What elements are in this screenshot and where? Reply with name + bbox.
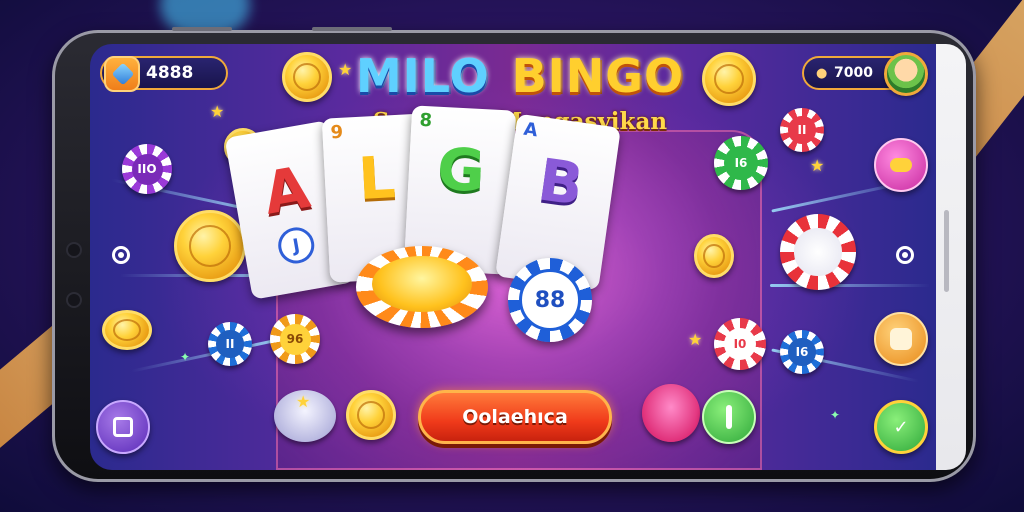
chip-pink bbox=[642, 384, 700, 442]
chip-yellow: 96 bbox=[270, 314, 320, 364]
chip-label: 96 bbox=[279, 323, 311, 355]
big-orange-chip bbox=[356, 246, 488, 328]
chip-blue-right: I6 bbox=[780, 330, 824, 374]
chip-label: I6 bbox=[788, 338, 816, 366]
chip-red: II bbox=[780, 108, 824, 152]
title-bingo: BINGO bbox=[511, 49, 685, 103]
players-value: 7000 bbox=[834, 65, 873, 81]
big-coin-icon bbox=[174, 210, 246, 282]
chip-label: II bbox=[788, 116, 816, 144]
star-icon: ★ bbox=[688, 330, 703, 349]
ring-icon[interactable] bbox=[112, 246, 130, 264]
chip-purple: IIO bbox=[122, 144, 172, 194]
card-letter: G bbox=[435, 134, 487, 206]
play-button[interactable]: Oolaehıca bbox=[418, 390, 612, 444]
star-icon: ★ bbox=[338, 60, 353, 79]
chip-label: I0 bbox=[723, 327, 757, 361]
sparkle-icon: ✦ bbox=[830, 408, 841, 422]
gems-counter[interactable]: 4888 bbox=[100, 56, 228, 92]
chip-label: I6 bbox=[724, 146, 758, 180]
chip-red-small: I0 bbox=[714, 318, 766, 370]
light-ray bbox=[131, 338, 279, 373]
phone-side-button bbox=[172, 27, 232, 31]
chip-mark bbox=[726, 405, 732, 429]
card-sub-circle: J bbox=[275, 224, 318, 267]
card-corner: 9 bbox=[329, 121, 344, 144]
chat-icon bbox=[113, 417, 133, 437]
gems-value: 4888 bbox=[146, 63, 194, 83]
coin-icon bbox=[694, 234, 734, 278]
share-icon bbox=[890, 158, 912, 172]
chat-button[interactable] bbox=[96, 400, 150, 454]
coin-icon bbox=[102, 310, 152, 350]
settings-icon: ✓ bbox=[893, 416, 909, 438]
gift-icon bbox=[890, 328, 912, 350]
coin-icon bbox=[702, 52, 756, 106]
chip-red-large bbox=[780, 214, 856, 290]
green-chip-button bbox=[702, 390, 756, 444]
card-corner: 8 bbox=[419, 109, 433, 132]
star-icon: ★ bbox=[296, 392, 311, 411]
settings-button[interactable]: ✓ bbox=[874, 400, 928, 454]
chip-label: IIO bbox=[131, 153, 163, 185]
star-icon: ★ bbox=[210, 102, 225, 121]
title-milo: MILO bbox=[355, 49, 490, 103]
person-icon: ● bbox=[816, 66, 828, 81]
phone-right-bezel bbox=[936, 44, 966, 470]
game-screen: 4888 ● 7000 MILOBINGO Seru dan Mengasyik… bbox=[90, 44, 936, 470]
chip-label: II bbox=[216, 330, 244, 358]
big-blue-chip-label: 88 bbox=[519, 269, 581, 331]
front-sensor-icon bbox=[68, 294, 80, 306]
ring-icon[interactable] bbox=[896, 246, 914, 264]
gift-button[interactable] bbox=[874, 312, 928, 366]
avatar[interactable] bbox=[884, 52, 928, 96]
page-title: MILO BINGO bbox=[300, 48, 740, 104]
big-blue-chip: 88 bbox=[508, 258, 592, 342]
card-corner: A bbox=[522, 118, 540, 142]
play-button-label: Oolaehıca bbox=[462, 406, 568, 428]
card-letter: B bbox=[534, 145, 588, 219]
share-button[interactable] bbox=[874, 138, 928, 192]
phone-side-button bbox=[312, 27, 392, 31]
coin-icon bbox=[346, 390, 396, 440]
chip-blue: II bbox=[208, 322, 252, 366]
chip-green: I6 bbox=[714, 136, 768, 190]
star-icon: ★ bbox=[810, 156, 825, 175]
sparkle-icon: ✦ bbox=[180, 350, 191, 364]
front-camera-icon bbox=[68, 244, 80, 256]
light-ray bbox=[770, 284, 930, 287]
gem-icon bbox=[104, 56, 140, 92]
coin-icon bbox=[282, 52, 332, 102]
scrollbar[interactable] bbox=[944, 210, 949, 292]
